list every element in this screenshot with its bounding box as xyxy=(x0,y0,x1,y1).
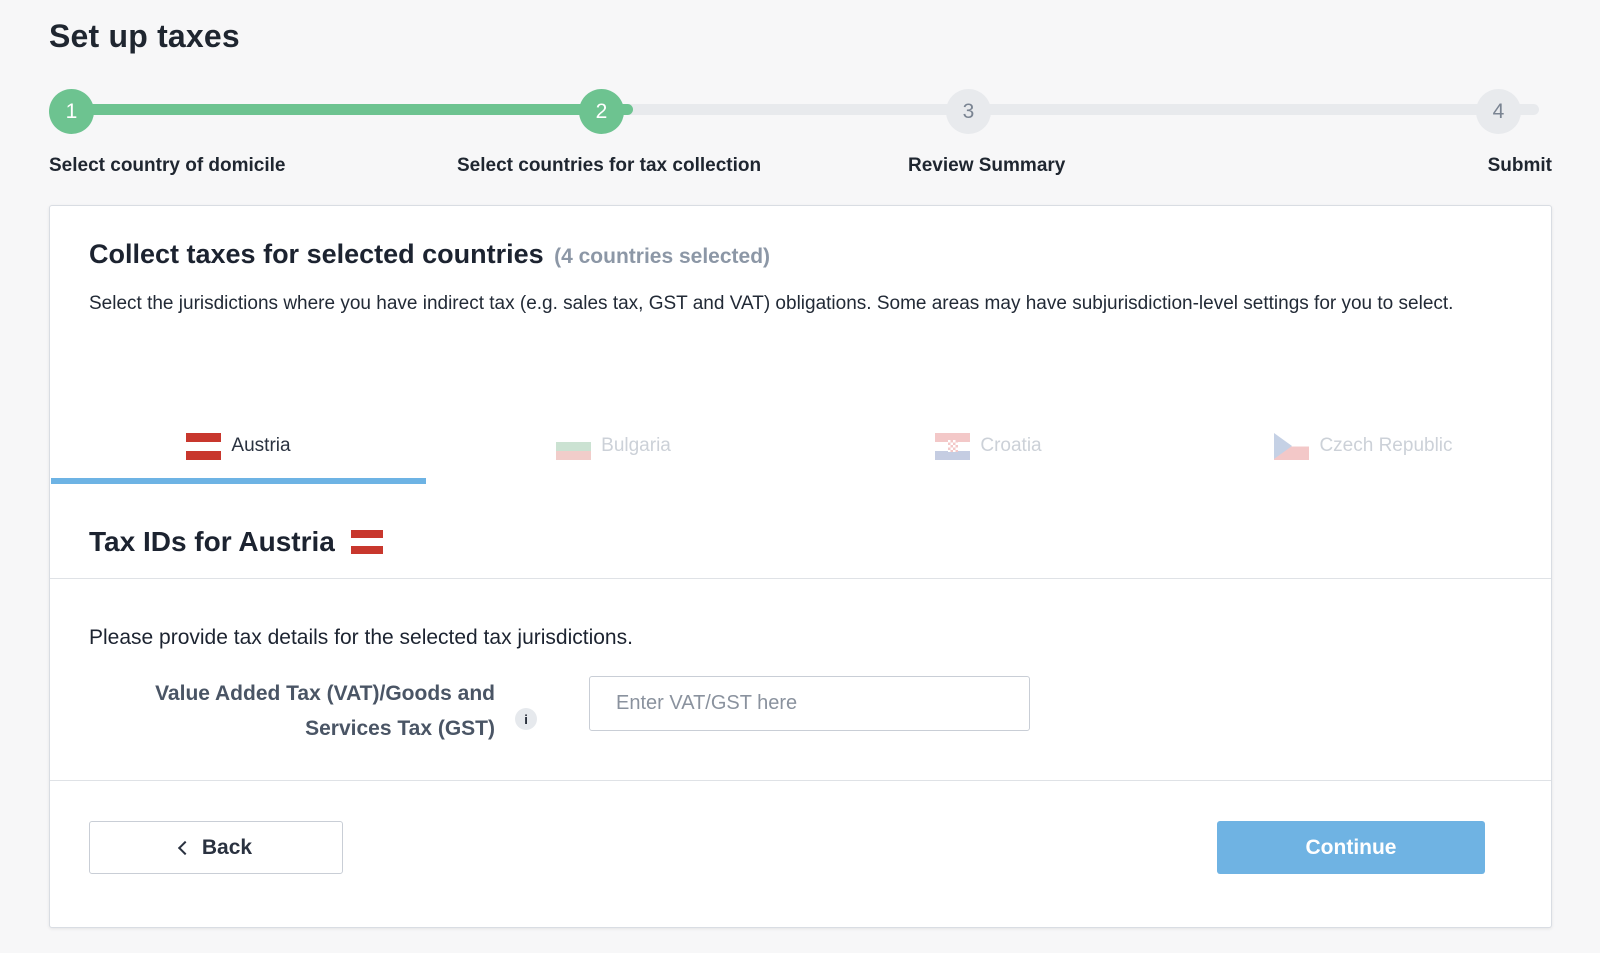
tab-czech-republic[interactable]: Czech Republic xyxy=(1176,406,1551,486)
card-description: Select the jurisdictions where you have … xyxy=(89,293,1454,314)
progress-track-completed xyxy=(71,104,633,115)
flag-austria-icon xyxy=(350,530,383,554)
progress-track-remaining xyxy=(609,104,1539,115)
tab-croatia[interactable]: Croatia xyxy=(801,406,1176,486)
vat-label-line-2: Services Tax (GST) xyxy=(305,717,495,740)
step-3-label: Review Summary xyxy=(908,155,1066,176)
vat-field-label: Value Added Tax (VAT)/Goods and Services… xyxy=(110,676,495,746)
tax-intro-text: Please provide tax details for the selec… xyxy=(89,626,633,649)
country-tabs: Austria Bulgaria Croatia Czech Republic xyxy=(50,406,1551,486)
tab-label: Czech Republic xyxy=(1319,435,1453,456)
continue-button[interactable]: Continue xyxy=(1217,821,1485,874)
page-title: Set up taxes xyxy=(49,18,240,54)
step-1-label: Select country of domicile xyxy=(49,155,286,176)
card-header: Collect taxes for selected countries (4 … xyxy=(89,239,1512,319)
tab-label: Croatia xyxy=(980,435,1042,456)
tab-bulgaria[interactable]: Bulgaria xyxy=(426,406,801,486)
vat-gst-input[interactable] xyxy=(589,676,1030,731)
flag-bulgaria-icon xyxy=(556,432,592,460)
active-tab-indicator xyxy=(51,478,426,484)
step-1-indicator: 1 xyxy=(49,89,94,134)
tab-label: Austria xyxy=(231,435,291,456)
tab-label: Bulgaria xyxy=(601,435,671,456)
step-2-indicator: 2 xyxy=(579,89,624,134)
back-button-label: Back xyxy=(201,835,253,859)
selected-count: (4 countries selected) xyxy=(554,245,771,268)
step-3-indicator: 3 xyxy=(946,89,991,134)
step-4-indicator: 4 xyxy=(1476,89,1521,134)
flag-czech-republic-icon xyxy=(1274,432,1310,460)
tab-austria[interactable]: Austria xyxy=(51,406,426,486)
info-icon[interactable]: i xyxy=(515,708,537,730)
section-divider xyxy=(50,578,1551,579)
tax-ids-heading: Tax IDs for Austria xyxy=(89,526,383,558)
chevron-left-icon xyxy=(177,840,192,856)
vat-label-line-1: Value Added Tax (VAT)/Goods and xyxy=(155,682,495,705)
step-4-label: Submit xyxy=(1487,155,1552,176)
step-2-label: Select countries for tax collection xyxy=(457,155,762,176)
tax-ids-title: Tax IDs for Austria xyxy=(89,526,335,557)
flag-austria-icon xyxy=(186,432,222,460)
progress-stepper: 1 2 3 4 Select country of domicile Selec… xyxy=(49,89,1552,189)
card-title: Collect taxes for selected countries xyxy=(89,239,544,269)
back-button[interactable]: Back xyxy=(89,821,343,874)
tax-setup-card: Collect taxes for selected countries (4 … xyxy=(49,205,1552,928)
footer-divider xyxy=(50,780,1551,781)
flag-croatia-icon xyxy=(935,432,971,460)
